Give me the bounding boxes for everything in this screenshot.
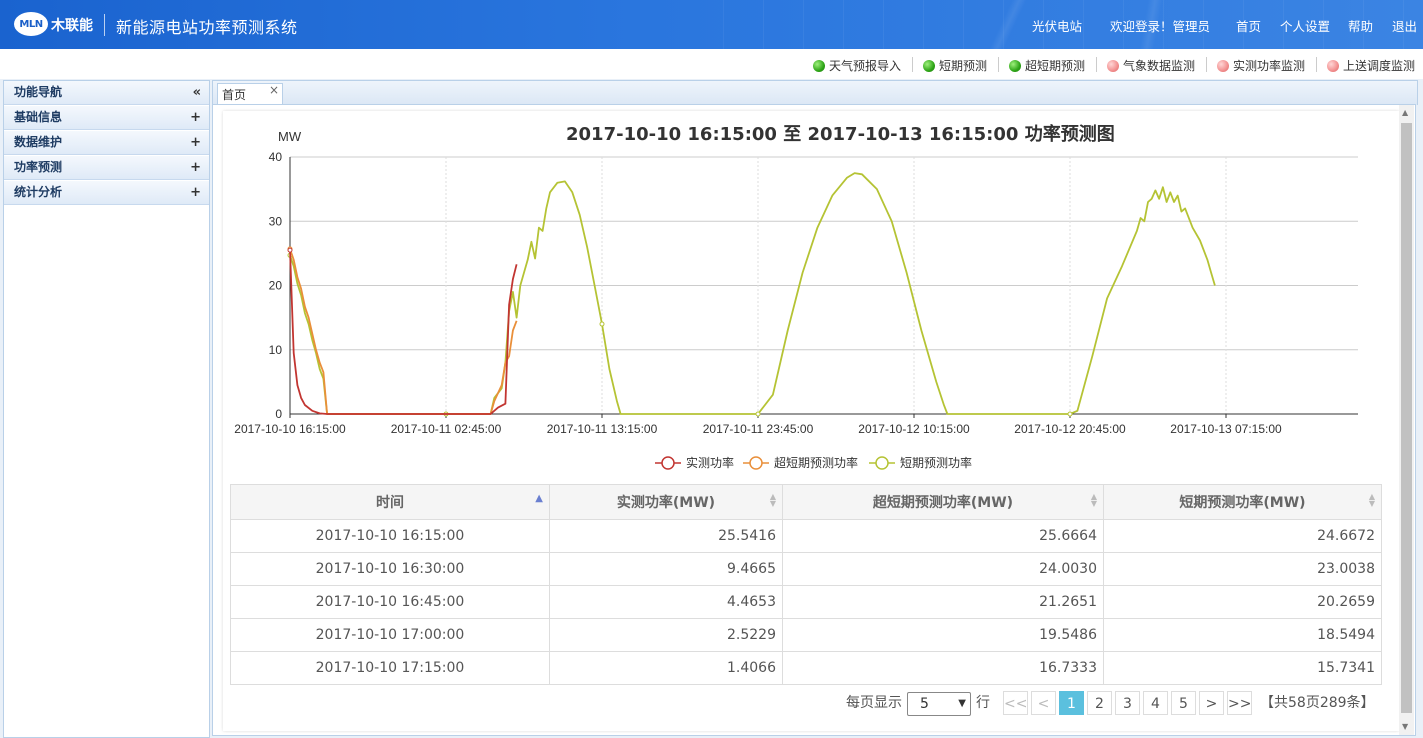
first-page-button[interactable]: << bbox=[1003, 691, 1028, 715]
chevron-down-icon: ▼ bbox=[958, 698, 966, 709]
cell-short: 20.2659 bbox=[1103, 585, 1382, 619]
table-row: 2017-10-10 17:15:00 1.4066 16.7333 15.73… bbox=[230, 651, 1382, 685]
x-tick-label: 2017-10-11 23:45:00 bbox=[703, 422, 814, 436]
sort-icon[interactable]: ▲ ▼ bbox=[1091, 493, 1097, 508]
x-tick-label: 2017-10-13 07:15:00 bbox=[1170, 422, 1282, 436]
table-header-row: 时间 ▲ 实测功率(MW) ▲ ▼ 超短期预测功率(MW) ▲ ▼ 短期预测功率(M… bbox=[230, 484, 1382, 520]
scroll-down-icon[interactable]: ▼ bbox=[1402, 722, 1408, 731]
series-marker bbox=[1067, 411, 1073, 417]
cell-short: 23.0038 bbox=[1103, 552, 1382, 586]
table-row: 2017-10-10 16:45:00 4.4653 21.2651 20.26… bbox=[230, 585, 1382, 619]
cell-time: 2017-10-10 17:00:00 bbox=[230, 618, 550, 652]
cell-ultra-short: 16.7333 bbox=[782, 651, 1104, 685]
x-tick-label: 2017-10-11 13:15:00 bbox=[547, 422, 658, 436]
next-page-button[interactable]: > bbox=[1199, 691, 1224, 715]
x-tick-label: 2017-10-12 10:15:00 bbox=[858, 422, 970, 436]
y-tick-label: 0 bbox=[275, 407, 282, 421]
sort-asc-icon[interactable]: ▲ bbox=[535, 494, 543, 504]
cell-time: 2017-10-10 16:45:00 bbox=[230, 585, 550, 619]
legend-label: 短期预测功率 bbox=[900, 455, 972, 470]
cell-ultra-short: 19.5486 bbox=[782, 618, 1104, 652]
prev-page-button[interactable]: < bbox=[1031, 691, 1056, 715]
series-marker bbox=[755, 411, 761, 417]
cell-short: 24.6672 bbox=[1103, 519, 1382, 553]
last-page-button[interactable]: >> bbox=[1227, 691, 1252, 715]
cell-actual: 9.4665 bbox=[549, 552, 783, 586]
cell-time: 2017-10-10 16:15:00 bbox=[230, 519, 550, 553]
page-4-button[interactable]: 4 bbox=[1143, 691, 1168, 715]
row-unit-label: 行 bbox=[976, 695, 990, 711]
page-2-button[interactable]: 2 bbox=[1087, 691, 1112, 715]
legend-marker-icon bbox=[661, 456, 675, 470]
legend-label: 实测功率 bbox=[686, 455, 734, 470]
table-row: 2017-10-10 16:15:00 25.5416 25.6664 24.6… bbox=[230, 519, 1382, 553]
column-label: 实测功率(MW) bbox=[616, 495, 716, 511]
column-label: 超短期预测功率(MW) bbox=[872, 495, 1014, 511]
legend-marker-icon bbox=[749, 456, 763, 470]
y-tick-label: 20 bbox=[269, 279, 283, 293]
y-axis-unit-label: MW bbox=[278, 129, 302, 144]
data-table: 时间 ▲ 实测功率(MW) ▲ ▼ 超短期预测功率(MW) ▲ ▼ 短期预测功率(M… bbox=[230, 484, 1382, 685]
y-tick-label: 30 bbox=[269, 214, 283, 228]
series-line-2 bbox=[289, 172, 1216, 415]
column-label: 短期预测功率(MW) bbox=[1179, 495, 1306, 511]
cell-time: 2017-10-10 17:15:00 bbox=[230, 651, 550, 685]
column-header-ultra-short[interactable]: 超短期预测功率(MW) ▲ ▼ bbox=[782, 484, 1104, 520]
cell-short: 15.7341 bbox=[1103, 651, 1382, 685]
y-tick-label: 40 bbox=[269, 150, 283, 164]
per-page-select[interactable]: 5 ▼ bbox=[907, 692, 971, 716]
page-1-button[interactable]: 1 bbox=[1059, 691, 1084, 715]
column-header-actual[interactable]: 实测功率(MW) ▲ ▼ bbox=[549, 484, 783, 520]
per-page-value: 5 bbox=[920, 696, 929, 712]
pager-summary: 【共58页289条】 bbox=[1260, 695, 1375, 711]
cell-actual: 25.5416 bbox=[549, 519, 783, 553]
legend-label: 超短期预测功率 bbox=[774, 455, 858, 470]
column-header-time[interactable]: 时间 ▲ bbox=[230, 484, 550, 520]
x-tick-label: 2017-10-11 02:45:00 bbox=[391, 422, 502, 436]
cell-short: 18.5494 bbox=[1103, 618, 1382, 652]
series-marker bbox=[287, 247, 293, 253]
table-row: 2017-10-10 16:30:00 9.4665 24.0030 23.00… bbox=[230, 552, 1382, 586]
sort-icon[interactable]: ▲ ▼ bbox=[1369, 493, 1375, 508]
series-marker bbox=[599, 321, 605, 327]
x-tick-label: 2017-10-12 20:45:00 bbox=[1014, 422, 1126, 436]
cell-time: 2017-10-10 16:30:00 bbox=[230, 552, 550, 586]
cell-ultra-short: 24.0030 bbox=[782, 552, 1104, 586]
cell-actual: 4.4653 bbox=[549, 585, 783, 619]
column-header-short[interactable]: 短期预测功率(MW) ▲ ▼ bbox=[1103, 484, 1382, 520]
column-label: 时间 bbox=[376, 495, 404, 511]
sort-icon[interactable]: ▲ ▼ bbox=[770, 493, 776, 508]
table-row: 2017-10-10 17:00:00 2.5229 19.5486 18.54… bbox=[230, 618, 1382, 652]
cell-ultra-short: 25.6664 bbox=[782, 519, 1104, 553]
power-forecast-chart: 0 10 20 30 40 MW 2017-10-10 16:15:00 2017-10-11… bbox=[234, 129, 1358, 470]
page-3-button[interactable]: 3 bbox=[1115, 691, 1140, 715]
y-tick-label: 10 bbox=[269, 343, 283, 357]
page-5-button[interactable]: 5 bbox=[1171, 691, 1196, 715]
per-page-label: 每页显示 bbox=[846, 695, 902, 711]
cell-actual: 2.5229 bbox=[549, 618, 783, 652]
cell-actual: 1.4066 bbox=[549, 651, 783, 685]
x-tick-label: 2017-10-10 16:15:00 bbox=[234, 422, 346, 436]
legend-marker-icon bbox=[875, 456, 889, 470]
cell-ultra-short: 21.2651 bbox=[782, 585, 1104, 619]
